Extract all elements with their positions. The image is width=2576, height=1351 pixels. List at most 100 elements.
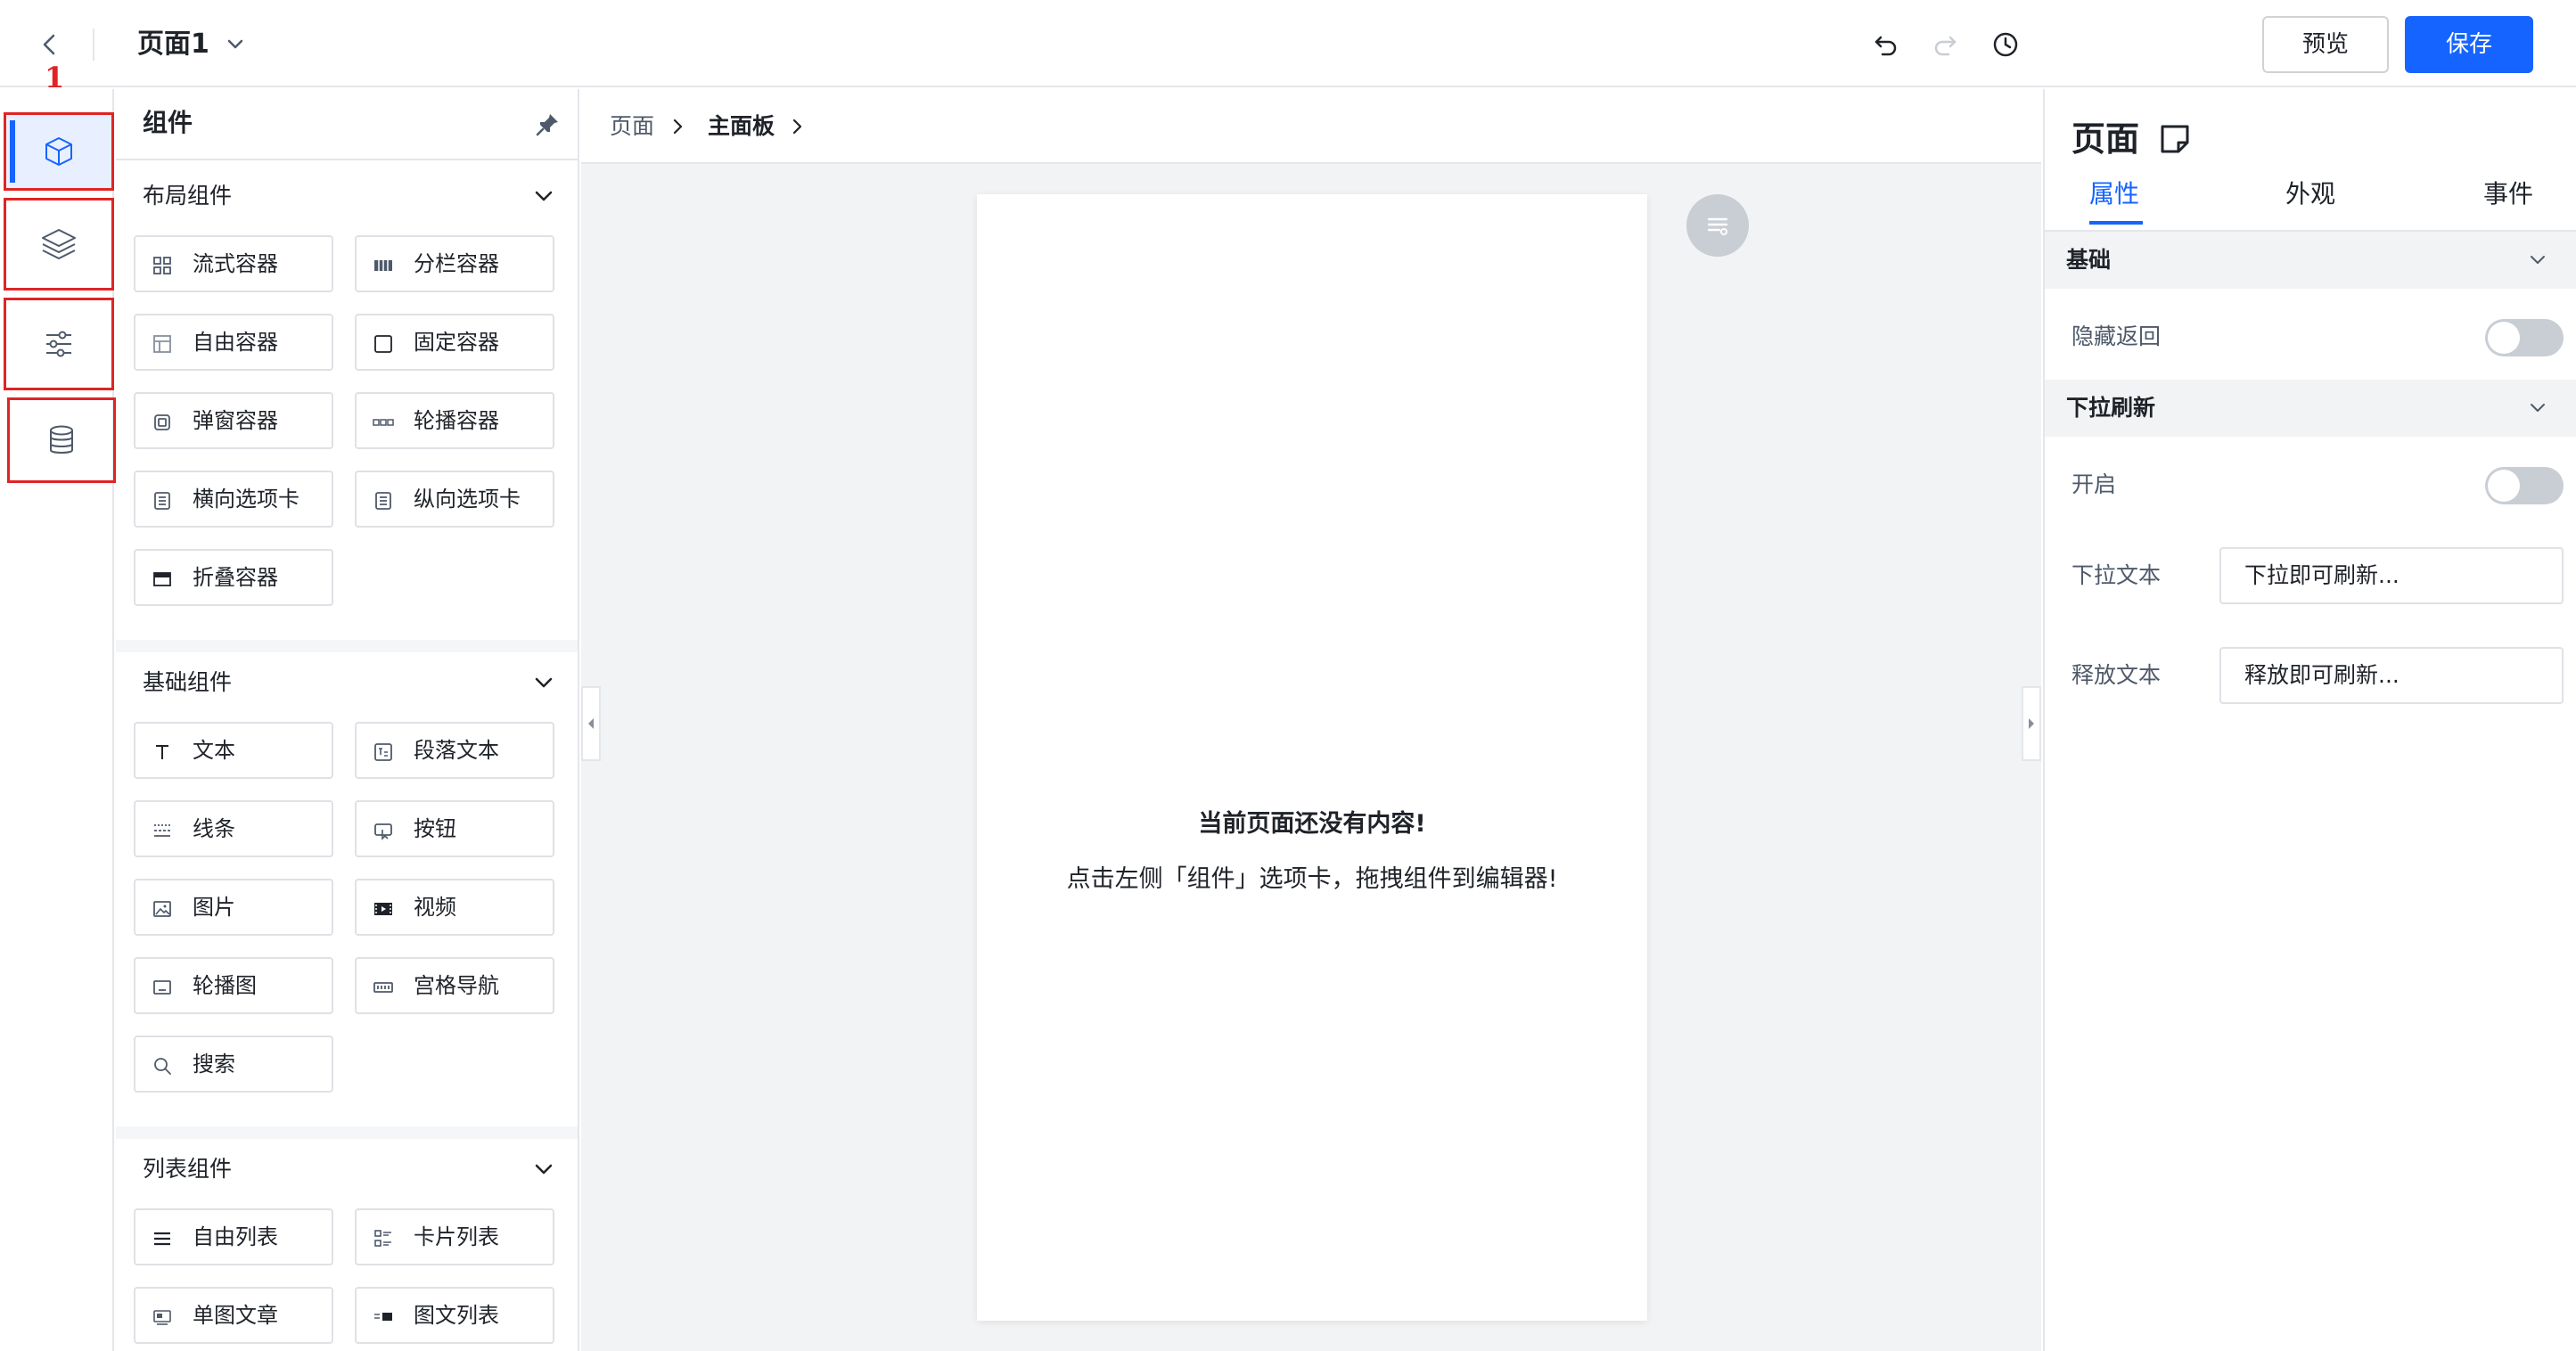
tab-appearance[interactable]: 外观 — [2285, 175, 2335, 214]
tabs-icon — [154, 492, 170, 510]
active-tab-indicator — [2089, 221, 2143, 225]
popup-icon — [154, 414, 170, 430]
component-card-list[interactable]: 卡片列表 — [355, 1208, 554, 1265]
image-icon — [153, 901, 171, 917]
hide-back-label: 隐藏返回 — [2071, 323, 2162, 349]
component-button[interactable]: 按钮 — [355, 800, 554, 857]
input-value: 释放即可刷新... — [2244, 662, 2400, 688]
component-label: 图文列表 — [414, 1303, 499, 1328]
component-label: 流式容器 — [193, 251, 278, 276]
database-icon — [50, 425, 73, 454]
tabs-icon — [375, 492, 391, 510]
component-free-list[interactable]: 自由列表 — [134, 1208, 333, 1265]
component-flow-container[interactable]: 流式容器 — [134, 235, 333, 292]
component-label: 搜索 — [193, 1052, 235, 1077]
preview-button[interactable]: 预览 — [2262, 16, 2389, 73]
save-button[interactable]: 保存 — [2405, 16, 2533, 73]
component-single-article[interactable]: 单图文章 — [134, 1287, 333, 1344]
chevron-down-icon — [2531, 256, 2545, 264]
section-title-basic: 基础组件 — [143, 669, 233, 695]
rail-item-data[interactable] — [7, 397, 116, 483]
note-icon[interactable] — [2157, 121, 2193, 157]
rail-item-settings[interactable] — [4, 298, 114, 390]
pin-icon[interactable] — [533, 111, 562, 139]
breadcrumb: 页面 主面板 — [581, 89, 2041, 164]
component-grid-nav[interactable]: 宫格导航 — [355, 957, 554, 1014]
chevron-down-icon — [2531, 404, 2545, 412]
chevron-right-icon — [667, 116, 688, 137]
top-bar: 页面1 预览 保存 — [0, 0, 2576, 87]
grid-nav-icon — [373, 982, 393, 993]
component-video[interactable]: 视频 — [355, 879, 554, 936]
history-clock-icon[interactable] — [1989, 29, 2022, 61]
component-search[interactable]: 搜索 — [134, 1036, 333, 1093]
caret-left-icon — [588, 718, 594, 729]
annotation-marker: 1 — [45, 61, 65, 94]
phone-canvas[interactable]: 当前页面还没有内容! 点击左侧「组件」选项卡，拖拽组件到编辑器! — [977, 194, 1647, 1321]
chevron-down-icon[interactable] — [221, 30, 250, 59]
component-label: 线条 — [193, 816, 235, 841]
pull-text-input[interactable]: 下拉即可刷新... — [2219, 547, 2564, 604]
undo-icon[interactable] — [1870, 29, 1902, 61]
cube-icon — [45, 137, 72, 166]
component-label: 单图文章 — [193, 1303, 278, 1328]
list-settings-icon — [1707, 217, 1728, 235]
release-text-input[interactable]: 释放即可刷新... — [2219, 647, 2564, 704]
component-vertical-tabs[interactable]: 纵向选项卡 — [355, 471, 554, 528]
redo-icon[interactable] — [1929, 29, 1961, 61]
component-line[interactable]: 线条 — [134, 800, 333, 857]
component-carousel-container[interactable]: 轮播容器 — [355, 392, 554, 449]
component-label: 轮播图 — [193, 973, 257, 998]
component-popup-container[interactable]: 弹窗容器 — [134, 392, 333, 449]
layout-icon — [153, 335, 171, 353]
outline-float-button[interactable] — [1686, 194, 1749, 257]
rail-item-components[interactable] — [4, 112, 114, 191]
component-free-container[interactable]: 自由容器 — [134, 314, 333, 371]
group-title: 基础 — [2066, 247, 2112, 273]
hide-back-toggle[interactable] — [2485, 319, 2564, 356]
component-fixed-container[interactable]: 固定容器 — [355, 314, 554, 371]
text-icon — [156, 745, 168, 759]
chevron-down-icon[interactable] — [529, 668, 558, 697]
component-text[interactable]: 文本 — [134, 722, 333, 779]
section-divider — [116, 640, 578, 652]
search-icon — [154, 1058, 171, 1075]
component-label: 宫格导航 — [414, 973, 499, 998]
component-label: 固定容器 — [414, 330, 499, 355]
layers-icon — [42, 229, 76, 259]
group-header-basic[interactable]: 基础 — [2045, 232, 2576, 289]
properties-panel: 页面 属性 外观 事件 基础 隐藏返回 下拉刷新 开启 下拉文本 下拉即可刷新.… — [2043, 89, 2576, 1351]
input-value: 下拉即可刷新... — [2244, 562, 2400, 588]
breadcrumb-item-main-panel[interactable]: 主面板 — [708, 109, 775, 144]
component-label: 弹窗容器 — [193, 408, 278, 433]
component-label: 横向选项卡 — [193, 487, 299, 512]
rail-item-layers[interactable] — [4, 198, 114, 291]
collapse-left-panel-button[interactable] — [581, 686, 601, 761]
component-collapse-container[interactable]: 折叠容器 — [134, 549, 333, 606]
component-column-container[interactable]: 分栏容器 — [355, 235, 554, 292]
sliders-icon — [46, 331, 71, 357]
group-header-pull-refresh[interactable]: 下拉刷新 — [2045, 380, 2576, 437]
enable-label: 开启 — [2071, 471, 2117, 497]
line-icon — [154, 824, 170, 837]
image-list-icon — [374, 1313, 392, 1321]
grid-icon — [153, 257, 171, 274]
component-paragraph[interactable]: 段落文本 — [355, 722, 554, 779]
tab-properties[interactable]: 属性 — [2089, 175, 2139, 214]
collapse-right-panel-button[interactable] — [2022, 686, 2041, 761]
component-image[interactable]: 图片 — [134, 879, 333, 936]
component-horizontal-tabs[interactable]: 横向选项卡 — [134, 471, 333, 528]
button-icon — [374, 823, 392, 840]
breadcrumb-item-page[interactable]: 页面 — [610, 109, 654, 144]
chevron-down-icon[interactable] — [529, 1155, 558, 1183]
component-label: 卡片列表 — [414, 1224, 499, 1249]
back-arrow-icon[interactable] — [32, 27, 68, 62]
component-carousel-image[interactable]: 轮播图 — [134, 957, 333, 1014]
component-image-text-list[interactable]: 图文列表 — [355, 1287, 554, 1344]
section-title-layout: 布局组件 — [143, 183, 233, 209]
chevron-down-icon[interactable] — [529, 182, 558, 210]
page-title[interactable]: 页面1 — [137, 23, 209, 66]
enable-pull-refresh-toggle[interactable] — [2485, 467, 2564, 504]
tab-events[interactable]: 事件 — [2483, 175, 2533, 214]
list-icon — [154, 1232, 170, 1246]
